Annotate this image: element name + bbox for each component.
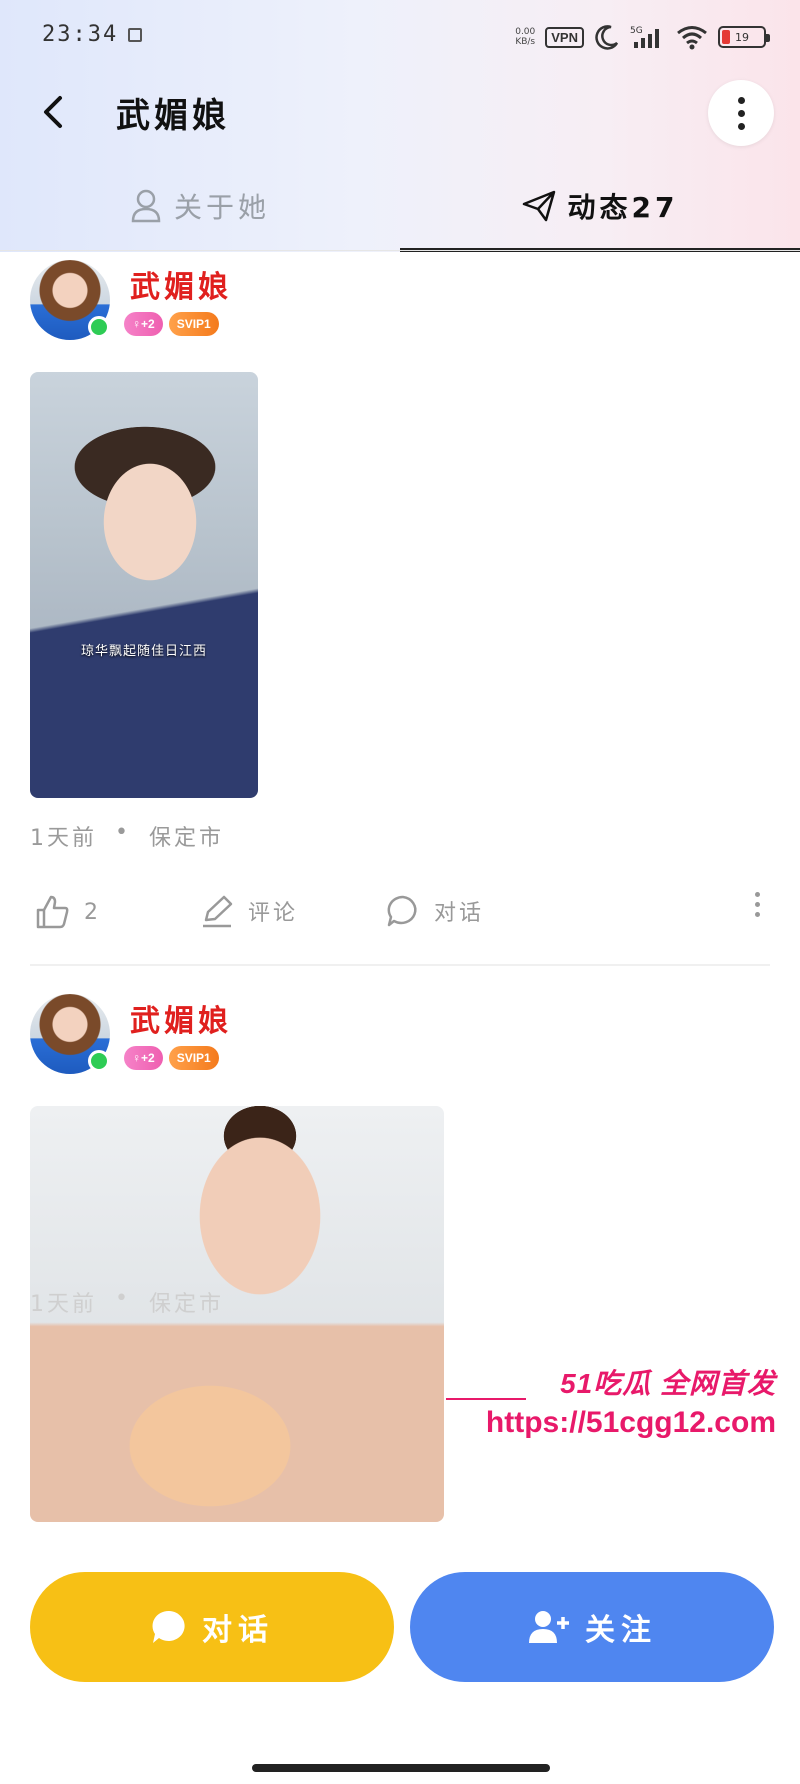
more-options-button[interactable] — [708, 80, 774, 146]
comment-label: 评论 — [248, 901, 299, 926]
network-type: 5G — [630, 26, 643, 36]
profile-tabs: 关于她 动态27 — [0, 160, 800, 252]
wifi-icon — [677, 26, 707, 50]
post-meta: 1天前 • 保定市 — [30, 1286, 224, 1318]
page-title: 武媚娘 — [116, 96, 230, 136]
meta-separator: • — [115, 1286, 131, 1311]
more-dot — [755, 892, 760, 897]
battery-cap — [766, 34, 770, 42]
status-icons: 0.00 KB/s VPN 5G 19 — [515, 22, 770, 52]
moon-icon — [595, 25, 619, 50]
watermark-title: 51吃瓜 全网首发 — [560, 1368, 776, 1399]
vip-badge: SVIP1 — [168, 312, 219, 336]
level-badge: ♀+2 — [124, 312, 163, 336]
status-bar: 23:34 0.00 KB/s VPN 5G 19 — [0, 0, 800, 72]
like-button[interactable]: 2 — [34, 894, 101, 930]
net-speed-unit: KB/s — [515, 37, 536, 47]
nav-bar: 武媚娘 — [0, 72, 800, 152]
tab-about-her[interactable]: 关于她 — [0, 160, 400, 252]
chat-bubble-icon — [387, 895, 417, 927]
post-time: 1天前 — [30, 1292, 97, 1317]
tab-label: 动态27 — [567, 191, 679, 224]
post-separator — [30, 964, 770, 966]
follow-button-label: 关注 — [585, 1613, 657, 1648]
post-location: 保定市 — [148, 1292, 224, 1317]
sim-icon — [128, 28, 142, 42]
battery-icon: 19 — [718, 26, 770, 48]
post-actions: 2 评论 对话 — [30, 874, 770, 964]
more-dot — [737, 109, 745, 117]
net-speed: 0.00 KB/s — [515, 27, 535, 47]
post-time: 1天前 — [30, 826, 97, 851]
watermark: 51吃瓜 全网首发 https://51cgg12.com — [446, 1362, 776, 1440]
post-item: 武媚娘 ♀+2 SVIP1 — [0, 994, 800, 1522]
follow-button[interactable]: 关注 — [410, 1572, 774, 1682]
tab-divider — [0, 250, 800, 251]
moments-feed: 武媚娘 ♀+2 SVIP1 琼华飘起随佳日江西 1天前 • 保定市 2 评论 对… — [0, 252, 800, 1522]
online-status-dot — [88, 316, 110, 338]
chat-button[interactable]: 对话 — [386, 894, 484, 928]
user-badges: ♀+2 SVIP1 — [124, 1046, 219, 1070]
chevron-left-icon — [44, 96, 62, 128]
photo-caption: 琼华飘起随佳日江西 — [80, 644, 207, 659]
chat-label: 对话 — [434, 901, 485, 926]
level-badge: ♀+2 — [124, 1046, 163, 1070]
chat-bubble-icon — [152, 1610, 185, 1643]
home-indicator[interactable] — [252, 1764, 550, 1772]
watermark-decoration — [446, 1398, 526, 1400]
more-dot — [737, 96, 745, 104]
post-more-button[interactable] — [755, 892, 760, 917]
like-count: 2 — [84, 899, 101, 925]
battery-text: 19 — [735, 30, 749, 44]
comment-button[interactable]: 评论 — [200, 894, 298, 928]
post-item: 武媚娘 ♀+2 SVIP1 琼华飘起随佳日江西 1天前 • 保定市 2 评论 对… — [0, 260, 800, 966]
bottom-action-bar: 对话 关注 — [0, 1572, 800, 1684]
more-dot — [737, 122, 745, 130]
tab-moments[interactable]: 动态27 — [400, 160, 800, 252]
tab-label: 关于她 — [173, 191, 270, 224]
net-speed-value: 0.00 — [515, 27, 536, 37]
chat-button-label: 对话 — [202, 1613, 274, 1648]
online-status-dot — [88, 1050, 110, 1072]
more-dot — [755, 902, 760, 907]
send-icon — [522, 190, 555, 222]
chat-with-user-button[interactable]: 对话 — [30, 1572, 394, 1682]
post-header: 武媚娘 ♀+2 SVIP1 — [30, 260, 770, 350]
thumbs-up-icon — [36, 895, 69, 929]
status-time: 23:34 — [42, 22, 119, 47]
post-author-name[interactable]: 武媚娘 — [130, 996, 232, 1040]
meta-separator: • — [115, 820, 131, 845]
more-dot — [755, 912, 760, 917]
vpn-icon: VPN — [545, 26, 584, 48]
post-meta: 1天前 • 保定市 — [30, 820, 770, 852]
add-user-icon — [529, 1611, 569, 1643]
signal-icon: 5G — [630, 26, 659, 48]
back-button[interactable] — [30, 90, 74, 134]
vip-badge: SVIP1 — [168, 1046, 219, 1070]
post-photo[interactable]: 琼华飘起随佳日江西 — [30, 372, 258, 798]
user-badges: ♀+2 SVIP1 — [124, 312, 219, 336]
watermark-url: https://51cgg12.com — [485, 1406, 776, 1439]
post-header: 武媚娘 ♀+2 SVIP1 — [30, 994, 770, 1084]
person-icon — [131, 189, 161, 223]
pencil-icon — [203, 895, 233, 928]
post-author-name[interactable]: 武媚娘 — [130, 262, 232, 306]
post-location: 保定市 — [148, 826, 224, 851]
